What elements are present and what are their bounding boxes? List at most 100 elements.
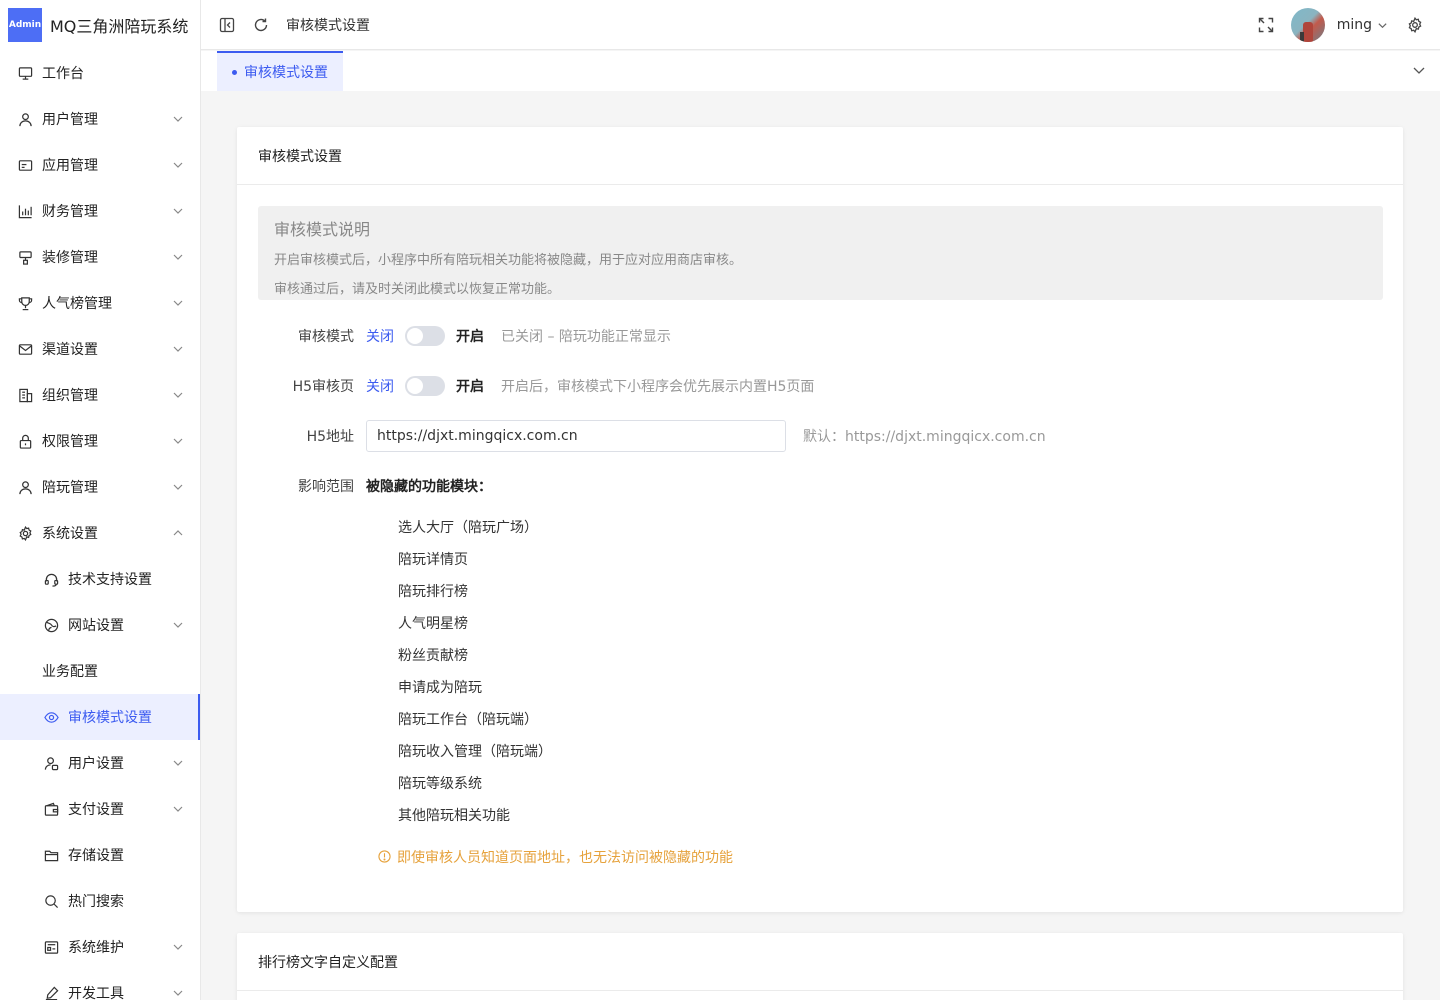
sidebar-subitem-8[interactable]: 系统维护 bbox=[0, 924, 200, 970]
h5-review-switch[interactable] bbox=[405, 376, 445, 396]
building-icon bbox=[18, 388, 33, 403]
sidebar-item-label: 系统维护 bbox=[68, 940, 124, 956]
sidebar-item-label: 工作台 bbox=[42, 66, 84, 82]
review-mode-switch[interactable] bbox=[405, 326, 445, 346]
scope-warning: 即使审核人员知道页面地址，也无法访问被隐藏的功能 bbox=[378, 847, 733, 867]
sidebar-subitem-1[interactable]: 网站设置 bbox=[0, 602, 200, 648]
maintenance-icon bbox=[44, 940, 59, 955]
review-mode-row: 审核模式 关闭 开启 已关闭 – 陪玩功能正常显示 bbox=[258, 321, 671, 351]
decor-icon bbox=[18, 250, 33, 265]
fullscreen-icon[interactable] bbox=[1257, 16, 1275, 34]
avatar[interactable] bbox=[1290, 8, 1325, 42]
wallet-icon bbox=[44, 802, 59, 817]
sidebar-subitem-0[interactable]: 技术支持设置 bbox=[0, 556, 200, 602]
tab-review-mode[interactable]: 审核模式设置 bbox=[217, 51, 343, 91]
tabs-bar: 审核模式设置 bbox=[201, 51, 1440, 91]
username[interactable]: ming bbox=[1337, 17, 1372, 33]
sidebar-item-label: 装修管理 bbox=[42, 250, 98, 266]
sidebar-item-label: 业务配置 bbox=[42, 664, 98, 680]
warning-text: 即使审核人员知道页面地址，也无法访问被隐藏的功能 bbox=[397, 850, 733, 866]
sidebar-item-8[interactable]: 权限管理 bbox=[0, 418, 200, 464]
sidebar-item-3[interactable]: 财务管理 bbox=[0, 188, 200, 234]
warning-circle-icon bbox=[378, 850, 392, 864]
h5-review-on-text: 开启 bbox=[456, 379, 484, 395]
notice-line-2: 审核通过后，请及时关闭此模式以恢复正常功能。 bbox=[274, 282, 561, 297]
sidebar-subitem-4[interactable]: 用户设置 bbox=[0, 740, 200, 786]
h5-review-row: H5审核页 关闭 开启 开启后，审核模式下小程序会优先展示内置H5页面 bbox=[258, 371, 814, 401]
logo[interactable]: Admin MQ三角洲陪玩系统 bbox=[0, 0, 200, 50]
hidden-module-item: 粉丝贡献榜 bbox=[398, 648, 468, 664]
sidebar-item-label: 用户设置 bbox=[68, 756, 124, 772]
scope-title: 被隐藏的功能模块： bbox=[366, 479, 492, 495]
hidden-module-item: 陪玩工作台（陪玩端） bbox=[398, 712, 538, 728]
chevron-down-icon bbox=[172, 205, 184, 217]
sidebar-subitem-9[interactable]: 开发工具 bbox=[0, 970, 200, 1000]
sidebar-item-10[interactable]: 系统设置 bbox=[0, 510, 200, 556]
tab-active-dot bbox=[232, 69, 237, 75]
review-mode-label: 审核模式 bbox=[298, 329, 354, 345]
sidebar-item-5[interactable]: 人气榜管理 bbox=[0, 280, 200, 326]
chevron-down-icon bbox=[172, 297, 184, 309]
breadcrumb: 审核模式设置 bbox=[286, 17, 370, 34]
sidebar-item-label: 陪玩管理 bbox=[42, 480, 98, 496]
card-title: 审核模式设置 bbox=[237, 127, 1403, 185]
chart-icon bbox=[18, 204, 33, 219]
sidebar-item-label: 网站设置 bbox=[68, 618, 124, 634]
chevron-down-icon bbox=[172, 435, 184, 447]
chevron-up-icon bbox=[172, 527, 184, 539]
sidebar-item-7[interactable]: 组织管理 bbox=[0, 372, 200, 418]
mail-icon bbox=[18, 342, 33, 357]
h5-url-row: H5地址 默认：https://djxt.mingqicx.com.cn bbox=[258, 420, 1046, 452]
sidebar-item-0[interactable]: 工作台 bbox=[0, 50, 200, 96]
chevron-down-icon bbox=[172, 481, 184, 493]
sidebar-item-label: 人气榜管理 bbox=[42, 296, 112, 312]
sidebar-item-6[interactable]: 渠道设置 bbox=[0, 326, 200, 372]
hidden-module-item: 陪玩收入管理（陪玩端） bbox=[398, 744, 552, 760]
h5-url-label: H5地址 bbox=[306, 429, 354, 445]
lock-icon bbox=[18, 434, 33, 449]
user-dropdown-chevron-icon[interactable] bbox=[1376, 16, 1388, 34]
h5-url-input[interactable] bbox=[366, 420, 786, 452]
review-mode-hint: 已关闭 – 陪玩功能正常显示 bbox=[501, 329, 671, 345]
h5-review-hint: 开启后，审核模式下小程序会优先展示内置H5页面 bbox=[501, 379, 815, 395]
h5-review-off-text: 关闭 bbox=[366, 379, 394, 395]
sidebar-item-label: 财务管理 bbox=[42, 204, 98, 220]
monitor-icon bbox=[18, 66, 33, 81]
sidebar-item-2[interactable]: 应用管理 bbox=[0, 142, 200, 188]
sidebar-item-1[interactable]: 用户管理 bbox=[0, 96, 200, 142]
sidebar-subitem-5[interactable]: 支付设置 bbox=[0, 786, 200, 832]
refresh-icon[interactable] bbox=[252, 16, 270, 34]
hidden-module-item: 陪玩等级系统 bbox=[398, 776, 482, 792]
notice-line-1: 开启审核模式后，小程序中所有陪玩相关功能将被隐藏，用于应对应用商店审核。 bbox=[274, 253, 743, 268]
hidden-module-item: 陪玩详情页 bbox=[398, 552, 468, 568]
sidebar-item-9[interactable]: 陪玩管理 bbox=[0, 464, 200, 510]
notice-box: 审核模式说明 开启审核模式后，小程序中所有陪玩相关功能将被隐藏，用于应对应用商店… bbox=[258, 206, 1383, 300]
sidebar-item-label: 系统设置 bbox=[42, 526, 98, 542]
sidebar-subitem-7[interactable]: 热门搜索 bbox=[0, 878, 200, 924]
chevron-down-icon bbox=[172, 343, 184, 355]
person-icon bbox=[18, 480, 33, 495]
logo-badge: Admin bbox=[8, 8, 42, 42]
sidebar-item-label: 权限管理 bbox=[42, 434, 98, 450]
hidden-module-item: 人气明星榜 bbox=[398, 616, 468, 632]
sidebar-subitem-6[interactable]: 存储设置 bbox=[0, 832, 200, 878]
tabs-dropdown-chevron-icon[interactable] bbox=[1412, 63, 1426, 77]
sidebar-item-4[interactable]: 装修管理 bbox=[0, 234, 200, 280]
sidebar-menu: 工作台用户管理应用管理财务管理装修管理人气榜管理渠道设置 组织管理权限管理陪玩管理… bbox=[0, 50, 200, 1000]
sidebar-subitem-2[interactable]: 业务配置 bbox=[0, 648, 200, 694]
chevron-down-icon bbox=[172, 389, 184, 401]
h5-url-default-hint: 默认：https://djxt.mingqicx.com.cn bbox=[803, 429, 1046, 445]
notice-title: 审核模式说明 bbox=[274, 220, 371, 239]
scope-label: 影响范围 bbox=[298, 479, 354, 495]
eye-icon bbox=[44, 710, 59, 725]
folder-icon bbox=[44, 848, 59, 863]
collapse-sidebar-icon[interactable] bbox=[218, 16, 236, 34]
app-icon bbox=[18, 158, 33, 173]
chevron-down-icon bbox=[172, 159, 184, 171]
card2-title: 排行榜文字自定义配置 bbox=[237, 933, 1403, 991]
settings-gear-icon[interactable] bbox=[1406, 16, 1424, 34]
sidebar-item-label: 技术支持设置 bbox=[68, 572, 152, 588]
hidden-module-item: 陪玩排行榜 bbox=[398, 584, 468, 600]
sidebar-subitem-3[interactable]: 审核模式设置 bbox=[0, 694, 200, 740]
sidebar-item-label: 用户管理 bbox=[42, 112, 98, 128]
